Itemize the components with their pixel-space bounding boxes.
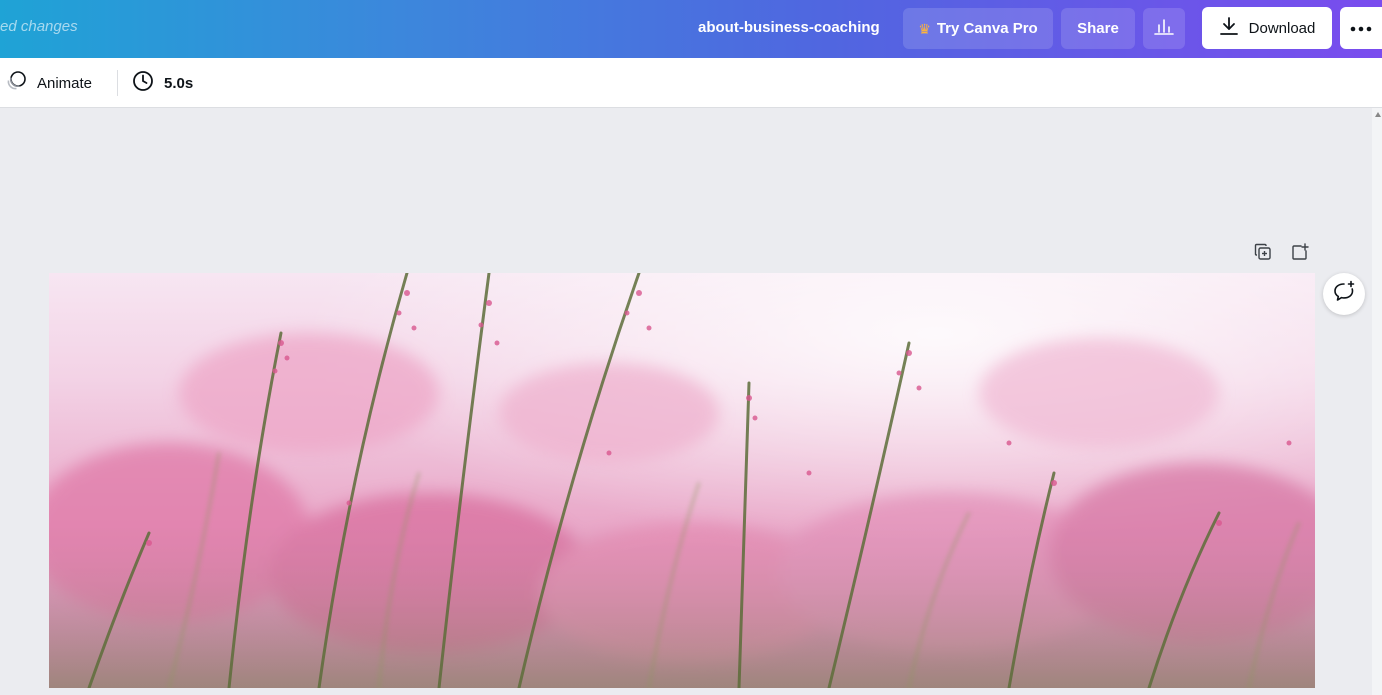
add-comment-icon (1332, 280, 1356, 309)
animate-button[interactable]: Animate (5, 69, 92, 97)
crown-icon: ♛ (918, 20, 931, 37)
download-label: Download (1248, 19, 1316, 37)
more-options-button[interactable] (1340, 7, 1382, 49)
scroll-up-arrow-icon[interactable] (1375, 112, 1381, 117)
download-icon (1219, 16, 1239, 40)
design-page[interactable] (49, 273, 1315, 688)
duration-label: 5.0s (164, 74, 194, 92)
document-title[interactable]: about-business-coaching (698, 19, 880, 36)
animate-icon (5, 70, 27, 96)
share-button[interactable]: Share (1061, 8, 1135, 49)
share-label: Share (1077, 20, 1119, 37)
save-status: ed changes (0, 18, 78, 35)
more-horizontal-icon (1350, 19, 1372, 37)
add-page-icon (1291, 242, 1309, 266)
try-canva-pro-button[interactable]: ♛ Try Canva Pro (903, 8, 1053, 49)
duration-button[interactable]: 5.0s (132, 69, 193, 97)
add-page-button[interactable] (1289, 242, 1311, 266)
animate-label: Animate (37, 74, 93, 92)
toolbar-divider (117, 70, 118, 96)
editor-toolbar: Animate 5.0s (0, 58, 1382, 108)
add-comment-button[interactable] (1323, 273, 1365, 315)
vertical-scrollbar[interactable] (1372, 108, 1382, 695)
download-button[interactable]: Download (1202, 7, 1332, 49)
insights-button[interactable] (1143, 8, 1185, 49)
bar-chart-icon (1154, 17, 1174, 40)
duplicate-page-icon (1254, 243, 1272, 266)
clock-icon (132, 70, 154, 96)
try-canva-pro-label: Try Canva Pro (936, 20, 1038, 37)
page-background-image (49, 273, 1315, 688)
top-header-bar: ed changes about-business-coaching ♛ Try… (0, 0, 1382, 58)
duplicate-page-button[interactable] (1252, 243, 1274, 265)
